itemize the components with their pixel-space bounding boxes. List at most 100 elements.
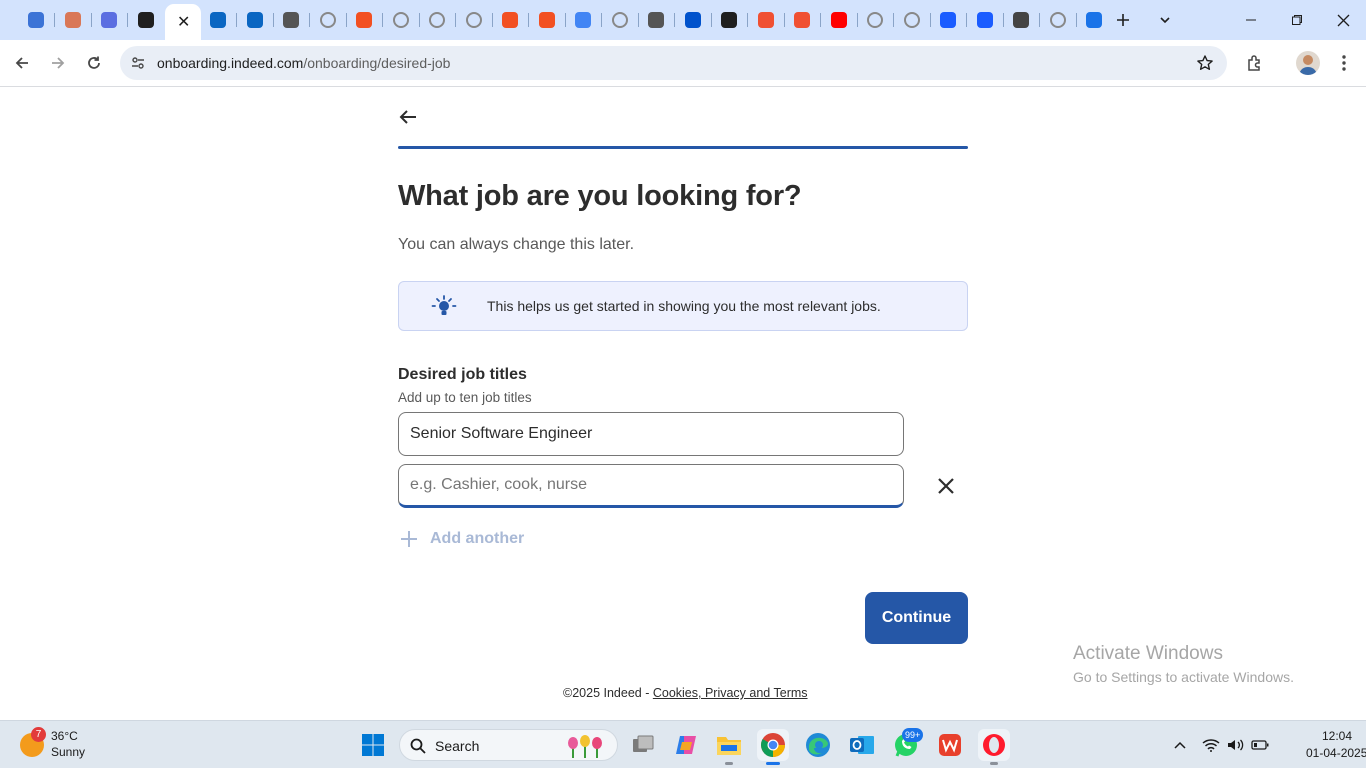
arrow-left-icon xyxy=(15,57,28,69)
taskbar-search[interactable]: Search xyxy=(399,729,618,761)
close-window-button[interactable] xyxy=(1320,0,1366,40)
browser-tab[interactable] xyxy=(462,8,486,32)
close-tab-icon[interactable]: ✕ xyxy=(177,12,190,32)
system-clock[interactable]: 12:04 01-04-2025 xyxy=(1306,729,1366,760)
restore-button[interactable] xyxy=(1274,0,1320,40)
minimize-button[interactable] xyxy=(1228,0,1274,40)
browser-tab[interactable] xyxy=(1009,8,1033,32)
continue-button[interactable]: Continue xyxy=(865,592,968,644)
puzzle-icon xyxy=(1248,55,1260,71)
browser-tab[interactable] xyxy=(754,8,778,32)
job-title-input-2[interactable] xyxy=(398,464,904,508)
extensions-button[interactable] xyxy=(1243,51,1267,75)
footer-terms-link[interactable]: Cookies, Privacy and Terms xyxy=(653,686,808,700)
wps-office-app[interactable] xyxy=(934,729,966,761)
browser-tab[interactable] xyxy=(717,8,741,32)
new-tab-button[interactable] xyxy=(1111,8,1135,32)
tab-search-button[interactable] xyxy=(1153,8,1177,32)
task-view-icon xyxy=(633,735,654,752)
arrow-right-icon xyxy=(52,57,65,69)
show-hidden-icons-button[interactable] xyxy=(1170,735,1190,755)
browser-tab[interactable] xyxy=(243,8,267,32)
tab-separator xyxy=(491,13,493,27)
tab-separator xyxy=(54,13,55,27)
browser-tab[interactable] xyxy=(608,8,632,32)
job-title-input-1[interactable] xyxy=(398,412,904,456)
back-button[interactable] xyxy=(10,51,34,75)
browser-tab[interactable] xyxy=(571,8,595,32)
browser-tab[interactable] xyxy=(316,8,340,32)
browser-tab[interactable] xyxy=(24,8,48,32)
chevron-down-icon xyxy=(1160,17,1170,24)
weather-temperature[interactable]: 36°C xyxy=(51,729,78,743)
tab-separator xyxy=(236,13,237,27)
profile-avatar[interactable] xyxy=(1296,51,1320,75)
task-view-button[interactable] xyxy=(627,729,659,761)
windows-taskbar: 7 36°C Sunny Search 12:04 01-04-2025 xyxy=(0,720,1366,768)
chrome-app[interactable] xyxy=(757,729,789,765)
browser-tab[interactable] xyxy=(973,8,997,32)
app-running-indicator xyxy=(990,762,998,765)
start-button[interactable] xyxy=(361,733,385,757)
chatgpt-icon xyxy=(137,12,154,28)
browser-tab[interactable] xyxy=(936,8,960,32)
browser-tab[interactable] xyxy=(389,8,413,32)
globe-icon xyxy=(465,12,482,28)
site-info-icon[interactable] xyxy=(128,53,148,73)
footer-copyright: ©2025 Indeed - xyxy=(563,686,653,700)
doc-icon xyxy=(648,12,664,28)
browser-tab[interactable] xyxy=(827,8,851,32)
copilot-app[interactable] xyxy=(670,729,702,761)
browser-tab[interactable] xyxy=(425,8,449,32)
wifi-icon[interactable] xyxy=(1201,735,1221,755)
browser-tab[interactable] xyxy=(790,8,814,32)
remove-job-title-button[interactable] xyxy=(934,474,958,498)
browser-tab[interactable] xyxy=(206,8,230,32)
edge-icon xyxy=(806,733,830,757)
back-arrow-icon[interactable] xyxy=(397,106,419,128)
browser-menu-button[interactable] xyxy=(1332,51,1356,75)
edge-app[interactable] xyxy=(802,729,834,761)
file-explorer-app[interactable] xyxy=(713,729,745,765)
browser-tab[interactable] xyxy=(352,8,376,32)
tab-separator xyxy=(455,13,456,27)
copilot-icon xyxy=(676,736,696,754)
bookmark-star-icon[interactable] xyxy=(1195,53,1215,73)
url-host: onboarding.indeed.com xyxy=(157,55,304,71)
chevron-up-icon xyxy=(1174,741,1186,749)
browser-tab[interactable] xyxy=(1046,8,1070,32)
opera-app[interactable] xyxy=(978,729,1010,765)
claude-icon xyxy=(64,12,81,28)
forward-button[interactable] xyxy=(46,51,70,75)
browser-tab[interactable] xyxy=(535,8,559,32)
download-icon xyxy=(1086,12,1102,28)
reload-icon xyxy=(88,56,100,69)
outlook-icon xyxy=(850,736,874,754)
weather-condition[interactable]: Sunny xyxy=(51,745,85,759)
page-subtitle: You can always change this later. xyxy=(398,236,635,253)
browser-tab[interactable] xyxy=(644,8,668,32)
page-title: What job are you looking for? xyxy=(398,180,802,212)
add-another-button[interactable]: Add another xyxy=(400,527,524,551)
outlook-app[interactable] xyxy=(846,729,878,761)
active-tab[interactable]: ✕ xyxy=(165,4,201,40)
browser-tab[interactable] xyxy=(61,8,85,32)
browser-tab[interactable] xyxy=(97,8,121,32)
tab-separator xyxy=(893,13,894,27)
clock-time: 12:04 xyxy=(1321,729,1352,743)
app-running-indicator xyxy=(725,762,733,765)
plus-icon xyxy=(401,531,417,547)
battery-icon[interactable] xyxy=(1250,735,1270,755)
browser-tab[interactable] xyxy=(863,8,887,32)
address-bar[interactable]: onboarding.indeed.com/onboarding/desired… xyxy=(120,46,1227,80)
volume-icon[interactable] xyxy=(1226,735,1246,755)
url-text[interactable]: onboarding.indeed.com/onboarding/desired… xyxy=(157,55,450,71)
reload-button[interactable] xyxy=(82,51,106,75)
browser-tab[interactable] xyxy=(1082,8,1106,32)
browser-tab[interactable] xyxy=(681,8,705,32)
linkedin-icon xyxy=(246,12,263,28)
browser-tab[interactable] xyxy=(134,8,158,32)
browser-tab[interactable] xyxy=(900,8,924,32)
browser-tab[interactable] xyxy=(498,8,522,32)
browser-tab[interactable] xyxy=(279,8,303,32)
